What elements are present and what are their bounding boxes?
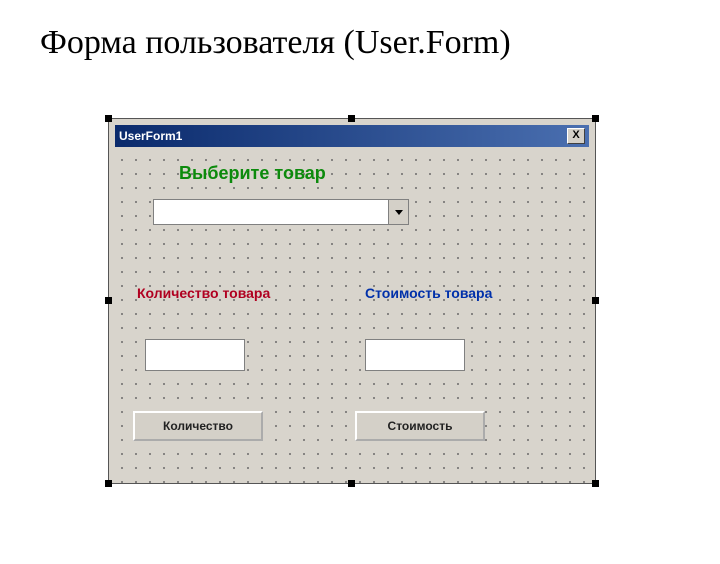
quantity-label: Количество товара [137, 285, 270, 301]
quantity-input[interactable] [146, 340, 244, 370]
cost-textbox[interactable] [365, 339, 465, 371]
quantity-button[interactable]: Количество [133, 411, 263, 441]
combobox-dropdown-button[interactable] [388, 200, 408, 224]
cost-label: Стоимость товара [365, 285, 492, 301]
product-combobox[interactable] [153, 199, 409, 225]
userform-designer: UserForm1 X Выберите товар Количество то… [108, 118, 596, 484]
chevron-down-icon [395, 210, 403, 215]
userform-titlebar[interactable]: UserForm1 X [115, 125, 589, 147]
heading-label: Выберите товар [179, 163, 326, 184]
cost-input[interactable] [366, 340, 464, 370]
cost-button[interactable]: Стоимость [355, 411, 485, 441]
close-button[interactable]: X [567, 128, 585, 144]
quantity-textbox[interactable] [145, 339, 245, 371]
userform-title: UserForm1 [119, 129, 567, 143]
slide-title: Форма пользователя (User.Form) [40, 24, 720, 62]
product-combobox-input[interactable] [154, 200, 388, 224]
